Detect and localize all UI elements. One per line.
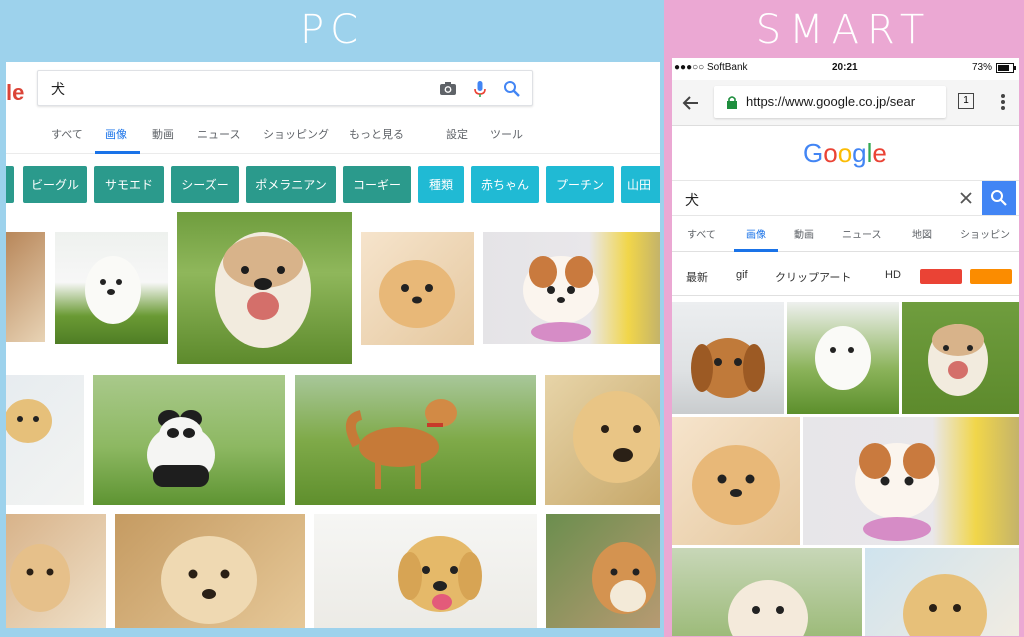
image-result[interactable] bbox=[672, 548, 862, 636]
clock: 20:21 bbox=[832, 62, 858, 73]
phone-search-tabs: すべて 画像 動画 ニュース 地図 ショッピン bbox=[672, 216, 1019, 252]
tab-images[interactable]: 画像 bbox=[746, 226, 766, 241]
chip-yamada[interactable]: 山田 bbox=[621, 166, 660, 203]
image-result[interactable] bbox=[295, 375, 536, 505]
image-result[interactable] bbox=[865, 548, 1019, 636]
image-result[interactable] bbox=[545, 375, 660, 505]
back-arrow-icon[interactable] bbox=[682, 94, 700, 112]
image-result[interactable] bbox=[803, 417, 1019, 545]
lock-icon bbox=[727, 96, 737, 109]
chip-shih-tzu[interactable]: シーズー bbox=[171, 166, 239, 203]
tab-shopping[interactable]: ショッピング bbox=[263, 126, 329, 142]
chip-putin[interactable]: プーチン bbox=[546, 166, 614, 203]
address-bar[interactable]: https://www.google.co.jp/sear bbox=[714, 86, 946, 118]
chip-baby[interactable]: 赤ちゃん bbox=[471, 166, 539, 203]
search-input[interactable]: 犬 bbox=[51, 79, 65, 99]
tab-more[interactable]: もっと見る bbox=[349, 126, 404, 142]
search-icon[interactable] bbox=[502, 79, 522, 99]
tab-videos[interactable]: 動画 bbox=[152, 126, 174, 142]
filter-hd[interactable]: HD bbox=[885, 269, 901, 281]
image-result[interactable] bbox=[55, 232, 168, 344]
browser-toolbar: https://www.google.co.jp/sear 1 bbox=[672, 80, 1019, 126]
chip-corgi[interactable]: コーギー bbox=[343, 166, 411, 203]
camera-icon[interactable] bbox=[438, 79, 458, 99]
google-logo[interactable]: Google bbox=[803, 138, 889, 168]
image-result[interactable] bbox=[115, 514, 305, 628]
google-logo[interactable]: le bbox=[6, 80, 24, 106]
chip-beagle[interactable]: ビーグル bbox=[23, 166, 87, 203]
image-result[interactable] bbox=[787, 302, 899, 414]
battery-percent: 73% bbox=[972, 62, 993, 73]
tab-images[interactable]: 画像 bbox=[105, 126, 127, 142]
status-bar: ●●●○○ SoftBank 20:21 73% bbox=[672, 58, 1019, 78]
filter-color-red[interactable] bbox=[920, 269, 962, 284]
image-result[interactable] bbox=[902, 302, 1019, 414]
tab-news[interactable]: ニュース bbox=[197, 126, 240, 142]
tab-switcher-button[interactable]: 1 bbox=[958, 93, 974, 109]
filter-clipart[interactable]: クリップアート bbox=[775, 269, 851, 285]
clear-icon[interactable] bbox=[960, 192, 972, 204]
chip-partial[interactable] bbox=[6, 166, 14, 203]
mic-icon[interactable] bbox=[470, 79, 490, 99]
image-result[interactable] bbox=[361, 232, 474, 345]
search-button[interactable] bbox=[982, 181, 1016, 215]
search-box[interactable]: 犬 bbox=[37, 70, 533, 106]
image-result[interactable] bbox=[6, 232, 45, 342]
related-search-chips: ビーグル サモエド シーズー ポメラニアン コーギー 種類 赤ちゃん プーチン … bbox=[6, 166, 660, 204]
filter-recent[interactable]: 最新 bbox=[686, 269, 708, 285]
pc-banner-title: PC bbox=[299, 7, 365, 53]
chip-samoyed[interactable]: サモエド bbox=[94, 166, 164, 203]
battery-icon bbox=[996, 63, 1016, 73]
chip-types[interactable]: 種類 bbox=[418, 166, 464, 203]
image-result[interactable] bbox=[6, 375, 84, 505]
image-result[interactable] bbox=[93, 375, 285, 505]
chip-pomeranian[interactable]: ポメラニアン bbox=[246, 166, 336, 203]
url-text[interactable]: https://www.google.co.jp/sear bbox=[746, 94, 915, 109]
image-result[interactable] bbox=[672, 417, 800, 545]
tab-all[interactable]: すべて bbox=[51, 126, 83, 142]
image-result[interactable] bbox=[672, 302, 784, 414]
tab-tools[interactable]: ツール bbox=[490, 126, 523, 142]
tab-all[interactable]: すべて bbox=[687, 226, 716, 241]
pc-search-tabs: すべて 画像 動画 ニュース ショッピング もっと見る 設定 ツール bbox=[6, 118, 660, 154]
tab-maps[interactable]: 地図 bbox=[912, 226, 932, 241]
image-result[interactable] bbox=[314, 514, 537, 628]
phone-search-box[interactable]: 犬 bbox=[672, 180, 1019, 216]
tab-news[interactable]: ニュース bbox=[842, 226, 882, 241]
tab-videos[interactable]: 動画 bbox=[794, 226, 814, 241]
search-icon bbox=[991, 190, 1007, 206]
active-tab-indicator bbox=[734, 249, 778, 252]
svg-text:Google: Google bbox=[803, 138, 887, 168]
phone-screenshot: ●●●○○ SoftBank 20:21 73% https://www.goo… bbox=[672, 58, 1019, 636]
tab-settings[interactable]: 設定 bbox=[446, 126, 468, 142]
image-result[interactable] bbox=[483, 232, 660, 344]
search-input[interactable]: 犬 bbox=[685, 190, 699, 210]
active-tab-indicator bbox=[95, 151, 140, 154]
tab-shopping[interactable]: ショッピン bbox=[960, 226, 1010, 241]
image-result[interactable] bbox=[177, 212, 352, 364]
filter-gif[interactable]: gif bbox=[736, 269, 748, 281]
phone-filter-bar: 最新 gif クリップアート HD bbox=[672, 258, 1019, 296]
carrier-label: ●●●○○ SoftBank bbox=[674, 62, 748, 73]
image-result[interactable] bbox=[6, 514, 106, 628]
image-result[interactable] bbox=[546, 514, 660, 628]
filter-color-orange[interactable] bbox=[970, 269, 1012, 284]
pc-screenshot: le 犬 すべて 画像 動画 ニュース ショッピング もっと見る 設定 ツール bbox=[6, 62, 660, 628]
menu-dots-icon[interactable] bbox=[1000, 93, 1006, 111]
